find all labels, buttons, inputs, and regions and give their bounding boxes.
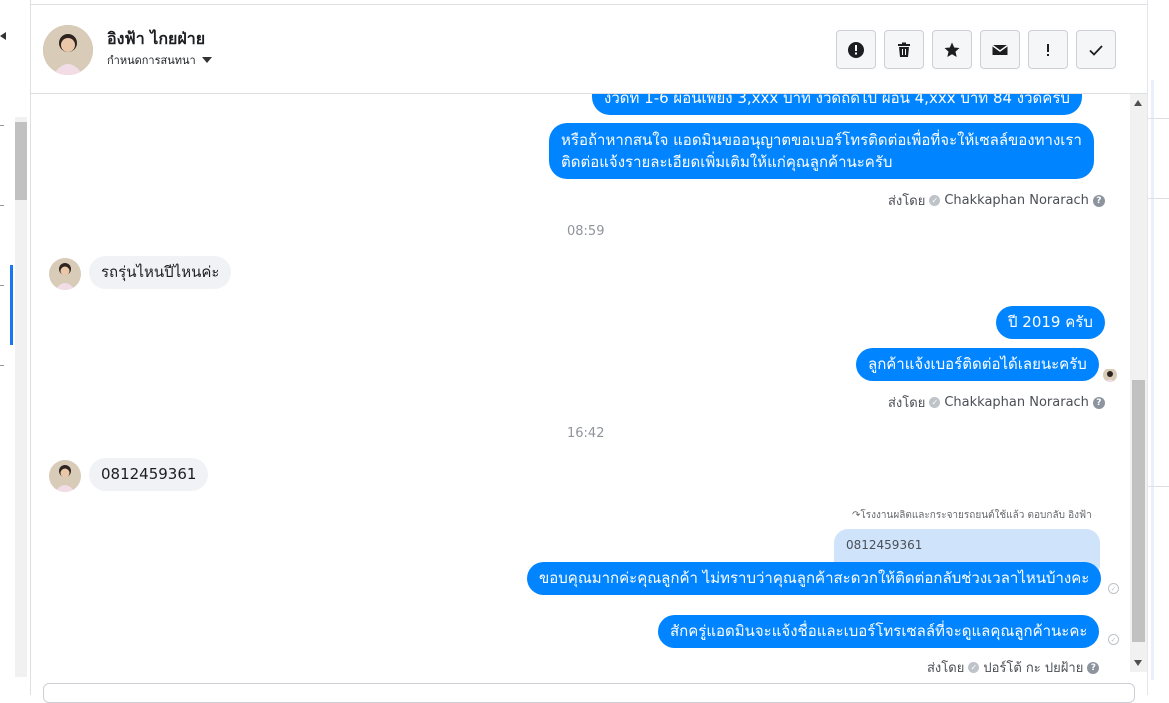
sent-by-label: ส่งโดย ✓ Chakkaphan Norarach ? [888,392,1105,413]
sent-by-prefix: ส่งโดย [927,661,965,676]
sent-by-prefix: ส่งโดย [888,396,926,411]
sent-by-label: ส่งโดย ✓ Chakkaphan Norarach ? [888,190,1105,211]
alert-circle-icon [848,41,864,58]
mark-spam-button[interactable] [836,30,876,69]
assign-label: กำหนดการสนทนา [107,54,196,67]
thread-scrollbar-thumb[interactable] [1132,380,1145,642]
message-outgoing[interactable]: ขอบคุณมากค่ะคุณลูกค้า ไม่ทราบว่าคุณลูกค้… [527,562,1102,595]
help-icon[interactable]: ? [1087,661,1100,674]
sent-by-agent: Chakkaphan Norarach [944,193,1089,208]
mark-done-button[interactable] [1076,30,1116,69]
checkmark-icon [1089,44,1103,56]
right-panel-edge [1147,0,1169,695]
left-rail [0,0,31,695]
message-thread[interactable]: งวดที่ 1-6 ผ่อนเพียง 3,xxx บาท งวดถัดไป … [31,94,1130,680]
verified-icon: ✓ [929,397,941,408]
envelope-icon [992,44,1008,55]
sent-by-agent: ปอร์โต้ กะ ปยฝ้าย [983,661,1084,676]
rail-tick [0,205,4,206]
timestamp: 08:59 [567,224,605,239]
rail-active-indicator [10,265,13,345]
sent-by-prefix: ส่งโดย [888,194,926,209]
message-line: ติดต่อแจ้งรายละเอียดเพิ่มเติมให้แก่คุณลู… [561,153,893,171]
message-incoming[interactable]: รถรุ่นไหนปีไหนค่ะ [89,256,232,289]
assign-conversation-dropdown[interactable]: กำหนดการสนทนา [107,51,212,69]
scroll-down-arrow-icon[interactable] [1134,660,1142,666]
delete-button[interactable] [884,30,924,69]
contact-avatar[interactable] [43,25,93,75]
rail-tick [0,365,4,366]
sent-by-agent: Chakkaphan Norarach [944,395,1089,410]
layers-icon[interactable] [0,28,10,47]
trash-icon [898,42,910,57]
mark-unread-button[interactable] [980,30,1020,69]
reply-context-text: โรงงานผลิตและกระจายรถยนต์ใช้แล้ว ตอบกลับ… [860,510,1092,521]
delivered-icon: ✓ [1108,634,1119,645]
message-outgoing[interactable]: หรือถ้าหากสนใจ แอดมินขออนุญาตขอเบอร์โทรต… [549,123,1094,179]
rail-tick [0,125,4,126]
help-icon[interactable]: ? [1092,194,1105,207]
rail-tick [0,285,4,286]
rail-scrollbar-track[interactable] [15,117,27,677]
right-panel-divider [1148,486,1169,487]
header-actions [836,30,1116,69]
message-outgoing[interactable]: ปี 2019 ครับ [996,306,1105,339]
scroll-up-arrow-icon[interactable] [1134,100,1142,106]
sent-by-label: ส่งโดย ✓ ปอร์โต้ กะ ปยฝ้าย ? [927,657,1100,678]
right-panel-divider [1148,118,1169,119]
message-composer-input[interactable] [43,683,1135,703]
caret-down-icon [201,57,212,63]
verified-icon: ✓ [968,662,980,673]
message-outgoing[interactable]: งวดที่ 1-6 ผ่อนเพียง 3,xxx บาท งวดถัดไป … [592,94,1082,115]
right-panel-accent [1151,80,1154,680]
contact-avatar-small[interactable] [49,258,81,290]
message-outgoing[interactable]: สักครู่แอดมินจะแจ้งชื่อและเบอร์โทรเซลล์ท… [658,615,1100,648]
reply-context-label: ↷โรงงานผลิตและกระจายรถยนต์ใช้แล้ว ตอบกลั… [852,508,1092,523]
seen-avatar [1103,368,1117,382]
star-button[interactable] [932,30,972,69]
message-incoming[interactable]: 0812459361 [89,458,209,491]
timestamp: 16:42 [567,426,605,441]
message-line: หรือถ้าหากสนใจ แอดมินขออนุญาตขอเบอร์โทรต… [561,131,1082,149]
help-icon[interactable]: ? [1092,396,1105,409]
contact-name: อิงฟ้า ไกยฝ่าย [107,29,206,48]
rail-scrollbar-thumb[interactable] [15,122,27,200]
follow-up-button[interactable] [1028,30,1068,69]
conversation-header: อิงฟ้า ไกยฝ่าย กำหนดการสนทนา [31,5,1147,94]
verified-icon: ✓ [929,195,941,206]
thread-scrollbar[interactable] [1130,94,1147,672]
delivered-icon: ✓ [1108,583,1119,594]
exclamation-icon [1047,43,1049,56]
contact-avatar-small[interactable] [49,460,81,492]
message-outgoing[interactable]: ลูกค้าแจ้งเบอร์ติดต่อได้เลยนะครับ [856,348,1099,381]
star-icon [944,42,960,57]
right-panel-divider [1148,198,1169,199]
